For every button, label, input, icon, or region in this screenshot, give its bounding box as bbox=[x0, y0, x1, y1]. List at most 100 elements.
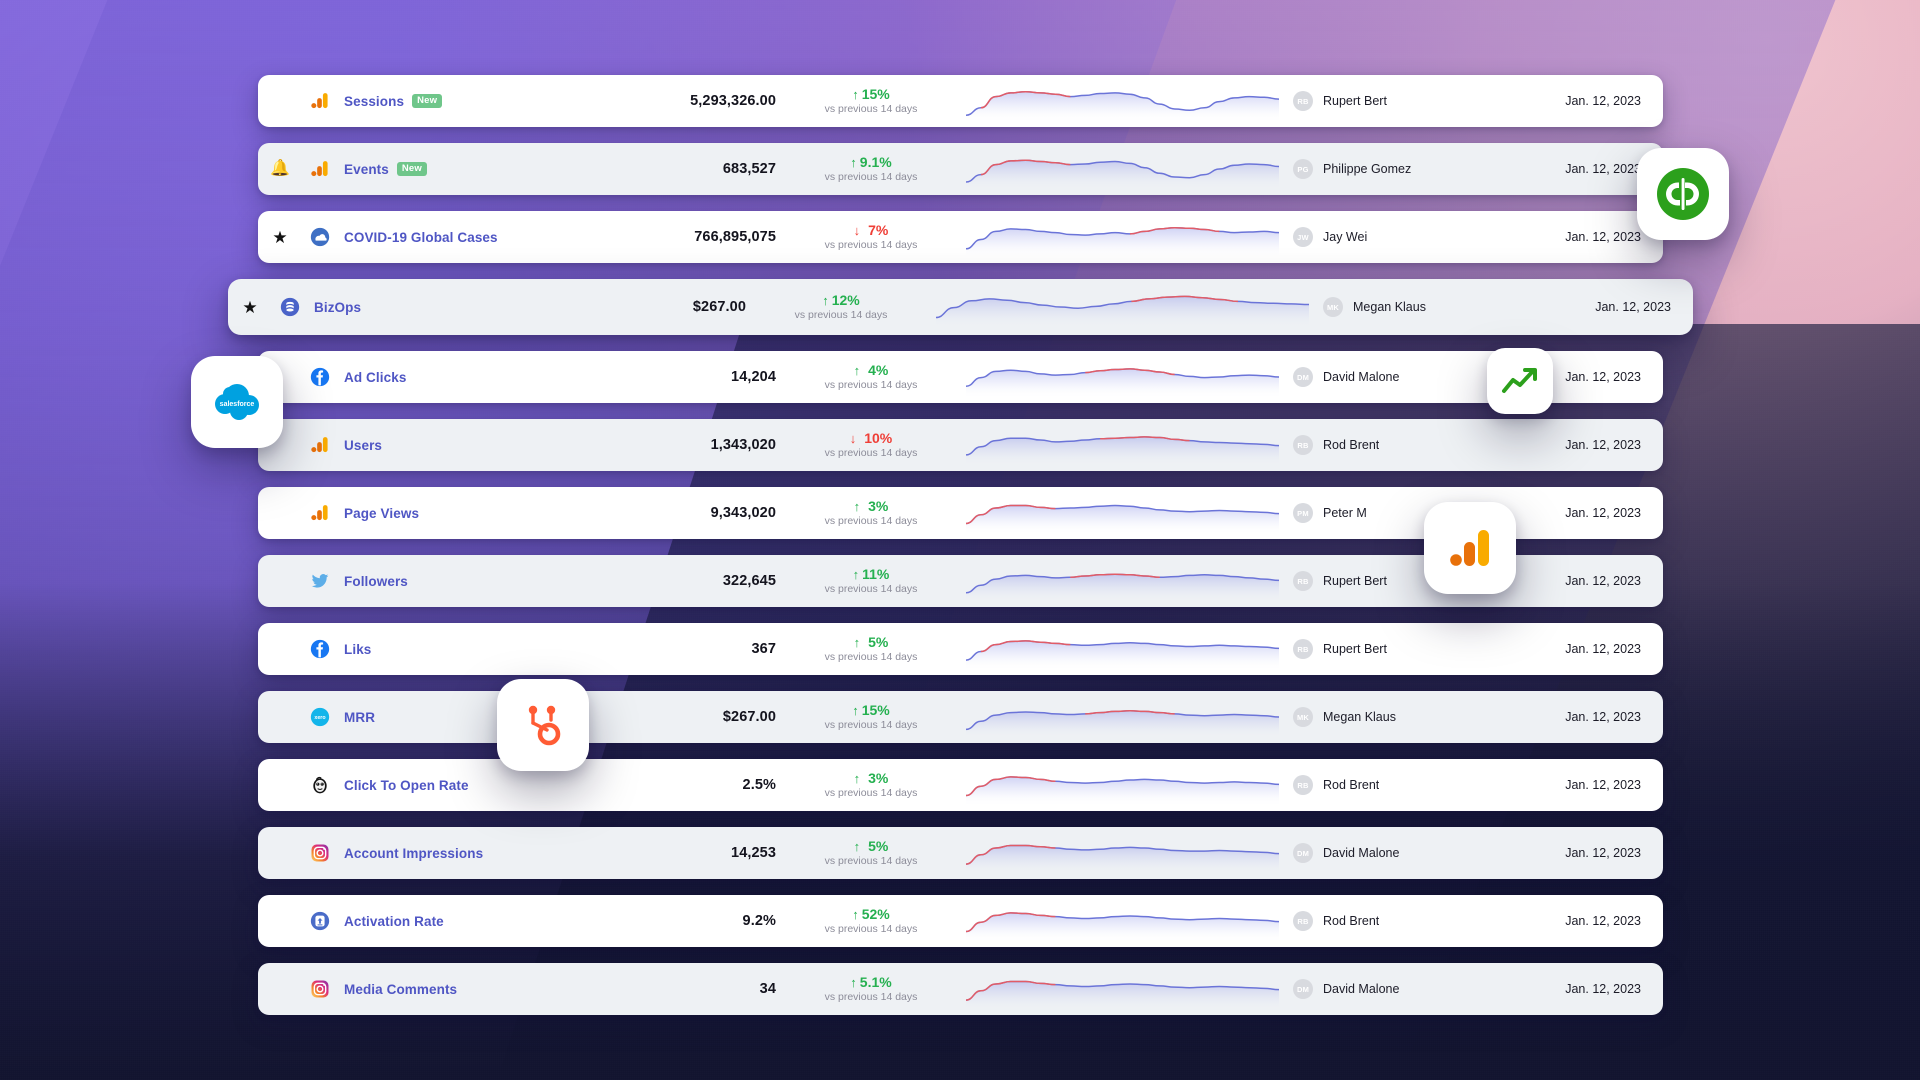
svg-text:xero: xero bbox=[314, 715, 326, 721]
metric-name: Followers bbox=[344, 573, 408, 589]
metric-change-cell: ↑ 5.1% vs previous 14 days bbox=[776, 975, 966, 1003]
floating-card-salesforce[interactable]: salesforce bbox=[191, 356, 283, 448]
new-badge: New bbox=[412, 94, 443, 108]
owner-cell: DM David Malone bbox=[1279, 367, 1511, 387]
date-cell: Jan. 12, 2023 bbox=[1511, 844, 1663, 862]
avatar: MK bbox=[1323, 297, 1343, 317]
metric-source-icon bbox=[302, 843, 338, 863]
metric-change-cell: ↑ 9.1% vs previous 14 days bbox=[776, 155, 966, 183]
metric-change-cell: ↓ 7% vs previous 14 days bbox=[776, 223, 966, 251]
arrow-up-icon: ↑ bbox=[822, 293, 829, 309]
row-marker[interactable]: 🔔 bbox=[258, 161, 302, 177]
floating-card-trending[interactable] bbox=[1487, 348, 1553, 414]
metric-name: MRR bbox=[344, 709, 376, 725]
metric-source-icon bbox=[302, 367, 338, 387]
bell-icon[interactable]: 🔔 bbox=[270, 161, 290, 177]
metric-value: 367 bbox=[751, 641, 776, 657]
metric-row[interactable]: Click To Open Rate 2.5% ↑ 3% vs previous … bbox=[258, 759, 1663, 811]
twitter-icon bbox=[310, 571, 330, 591]
date-value: Jan. 12, 2023 bbox=[1565, 778, 1641, 792]
avatar: DM bbox=[1293, 367, 1313, 387]
comparison-label: vs previous 14 days bbox=[824, 922, 918, 935]
change-percentage: ↑ 9.1% bbox=[776, 155, 966, 170]
metric-row[interactable]: Account Impressions 14,253 ↑ 5% vs previo… bbox=[258, 827, 1663, 879]
date-cell: Jan. 12, 2023 bbox=[1511, 572, 1663, 590]
star-icon[interactable]: ★ bbox=[272, 229, 287, 246]
metric-name: Media Comments bbox=[344, 981, 458, 997]
metric-row[interactable]: Users 1,343,020 ↓ 10% vs previous 14 days… bbox=[258, 419, 1663, 471]
change-value: 11% bbox=[862, 566, 890, 583]
change-percentage: ↑ 4% bbox=[776, 363, 966, 378]
row-marker[interactable]: ★ bbox=[258, 229, 302, 246]
floating-card-hubspot[interactable] bbox=[497, 679, 589, 771]
metric-row[interactable]: Media Comments 34 ↑ 5.1% vs previous 14 d… bbox=[258, 963, 1663, 1015]
owner-name: Rupert Bert bbox=[1323, 574, 1387, 588]
metric-row[interactable]: Liks 367 ↑ 5% vs previous 14 days RB Rupe… bbox=[258, 623, 1663, 675]
instagram-icon bbox=[310, 979, 330, 999]
metric-value-cell: 9,343,020 bbox=[590, 504, 776, 522]
change-percentage: ↑ 12% bbox=[746, 293, 936, 308]
avatar: PM bbox=[1293, 503, 1313, 523]
metric-row[interactable]: 🔔 Events New 683,527 ↑ 9.1% vs previous 14 … bbox=[258, 143, 1663, 195]
metric-row[interactable]: Activation Rate 9.2% ↑ 52% vs previous 14… bbox=[258, 895, 1663, 947]
change-percentage: ↑ 52% bbox=[776, 907, 966, 922]
owner-name: Rupert Bert bbox=[1323, 642, 1387, 656]
svg-text:salesforce: salesforce bbox=[220, 401, 255, 408]
sparkline-chart bbox=[966, 835, 1279, 873]
arrow-up-icon: ↑ bbox=[852, 703, 859, 719]
metric-row[interactable]: xero MRR $267.00 ↑ 15% vs previous 14 days… bbox=[258, 691, 1663, 743]
sparkline-cell bbox=[966, 425, 1279, 465]
metric-source-icon bbox=[302, 91, 338, 111]
metric-name-cell: Account Impressions bbox=[338, 846, 590, 861]
avatar: RB bbox=[1293, 435, 1313, 455]
sparkline-cell bbox=[966, 149, 1279, 189]
metric-name: Click To Open Rate bbox=[344, 777, 469, 793]
change-value: 10% bbox=[864, 430, 893, 447]
date-cell: Jan. 12, 2023 bbox=[1511, 776, 1663, 794]
arrow-up-icon: ↑ bbox=[853, 839, 861, 855]
google-analytics-icon bbox=[310, 159, 330, 179]
metric-value-cell: 322,645 bbox=[590, 572, 776, 590]
metric-name-cell: Users bbox=[338, 438, 590, 453]
google-analytics-icon bbox=[310, 503, 330, 523]
metric-value: 14,204 bbox=[731, 369, 776, 385]
date-value: Jan. 12, 2023 bbox=[1565, 370, 1641, 384]
star-icon[interactable]: ★ bbox=[242, 299, 257, 316]
sparkline-cell bbox=[966, 217, 1279, 257]
change-percentage: ↓ 10% bbox=[776, 431, 966, 446]
metric-value: 5,293,326.00 bbox=[690, 93, 776, 109]
change-percentage: ↑ 5.1% bbox=[776, 975, 966, 990]
change-value: 3% bbox=[868, 498, 889, 515]
comparison-label: vs previous 14 days bbox=[824, 990, 918, 1003]
row-marker[interactable]: ★ bbox=[228, 299, 272, 316]
metric-source-icon bbox=[302, 775, 338, 795]
floating-card-google-analytics[interactable] bbox=[1424, 502, 1516, 594]
sparkline-chart bbox=[966, 359, 1279, 397]
sparkline-cell bbox=[966, 561, 1279, 601]
metric-value: 683,527 bbox=[722, 161, 776, 177]
date-cell: Jan. 12, 2023 bbox=[1511, 436, 1663, 454]
comparison-label: vs previous 14 days bbox=[824, 718, 918, 731]
metric-row[interactable]: ★ COVID-19 Global Cases 766,895,075 ↓ 7% v… bbox=[258, 211, 1663, 263]
metric-value: 2.5% bbox=[742, 777, 776, 793]
metric-row[interactable]: Ad Clicks 14,204 ↑ 4% vs previous 14 days… bbox=[258, 351, 1663, 403]
owner-name: Rod Brent bbox=[1323, 778, 1380, 792]
owner-cell: PG Philippe Gomez bbox=[1279, 159, 1511, 179]
metric-value: $267.00 bbox=[722, 709, 776, 725]
metric-value-cell: $267.00 bbox=[590, 708, 776, 726]
metric-value-cell: 14,253 bbox=[590, 844, 776, 862]
arrow-up-icon: ↑ bbox=[850, 155, 857, 171]
owner-name: Rupert Bert bbox=[1323, 94, 1387, 108]
date-value: Jan. 12, 2023 bbox=[1565, 162, 1641, 176]
comparison-label: vs previous 14 days bbox=[794, 308, 888, 321]
comparison-label: vs previous 14 days bbox=[824, 378, 918, 391]
metric-row[interactable]: Sessions New 5,293,326.00 ↑ 15% vs previou… bbox=[258, 75, 1663, 127]
metric-row[interactable]: ★ BizOps $267.00 ↑ 12% vs previous 14 days… bbox=[228, 279, 1693, 335]
avatar: RB bbox=[1293, 911, 1313, 931]
sparkline-chart bbox=[966, 631, 1279, 669]
owner-cell: MK Megan Klaus bbox=[1279, 707, 1511, 727]
metric-value-cell: 5,293,326.00 bbox=[590, 92, 776, 110]
arrow-up-icon: ↑ bbox=[852, 567, 860, 583]
floating-card-quickbooks[interactable] bbox=[1637, 148, 1729, 240]
metric-source-icon bbox=[302, 911, 338, 931]
